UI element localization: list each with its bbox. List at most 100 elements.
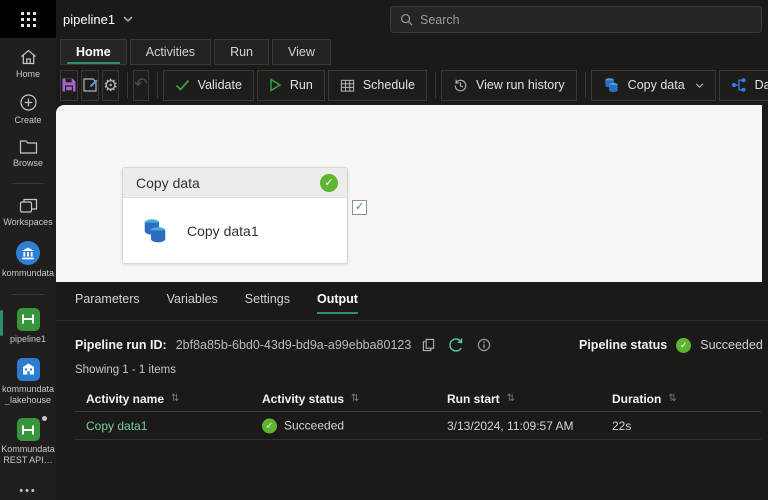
output-panel: Parameters Variables Settings Output Pip…: [56, 283, 768, 500]
activity-status-value: Succeeded: [284, 418, 345, 433]
chevron-down-icon: [695, 82, 703, 88]
tab-run[interactable]: Run: [214, 39, 269, 65]
schedule-label: Schedule: [362, 78, 415, 92]
sidebar-item-workspaces[interactable]: Workspaces: [0, 197, 56, 228]
left-nav-sidebar: Home Create Browse Workspaces kommundata…: [0, 38, 56, 500]
pipeline-icon: [16, 307, 40, 331]
folder-icon: [19, 139, 37, 154]
global-search: [390, 6, 762, 33]
sidebar-item-pipeline1[interactable]: pipeline1: [0, 307, 56, 345]
undo-icon: ↶: [134, 76, 148, 93]
pipeline-canvas[interactable]: Copy data ✓ Copy data1 ✓: [56, 105, 762, 282]
column-header-activity-status[interactable]: Activity status ⇅: [262, 392, 359, 406]
activity-name-link[interactable]: Copy data1: [86, 419, 147, 433]
copy-icon: [423, 338, 435, 352]
toolbar-divider: [584, 72, 586, 98]
refresh-icon: [449, 338, 463, 352]
activity-card-body: Copy data1: [123, 198, 347, 263]
sidebar-item-label: kommundata_lakehouse: [1, 383, 55, 405]
tab-settings[interactable]: Settings: [245, 292, 290, 314]
app-window: pipeline1 Home Activities Run View: [0, 0, 768, 500]
settings-button[interactable]: ⚙: [102, 69, 120, 101]
panel-divider: [56, 320, 768, 321]
sidebar-more-button[interactable]: •••: [19, 485, 37, 497]
plus-circle-icon: [19, 94, 37, 111]
tab-activities[interactable]: Activities: [129, 39, 212, 65]
tab-view[interactable]: View: [272, 39, 331, 65]
validate-check-icon: [175, 79, 189, 91]
pipeline-status-group: Pipeline status ✓ Succeeded: [579, 334, 763, 356]
success-check-icon: ✓: [262, 418, 277, 433]
sidebar-item-browse[interactable]: Browse: [0, 139, 56, 169]
dataflow-button[interactable]: Dataflow: [718, 69, 768, 101]
table-row[interactable]: Copy data1 ✓ Succeeded 3/13/2024, 11:09:…: [75, 412, 761, 440]
search-icon: [400, 13, 413, 26]
tab-parameters[interactable]: Parameters: [75, 292, 140, 314]
gear-icon: ⚙: [103, 75, 119, 95]
column-header-duration[interactable]: Duration ⇅: [612, 392, 677, 406]
panel-tab-bar: Parameters Variables Settings Output: [75, 292, 358, 314]
column-header-activity-name[interactable]: Activity name ⇅: [86, 392, 179, 406]
unsaved-dot-indicator: [42, 416, 47, 422]
dataflow-label: Dataflow: [754, 78, 768, 92]
save-button[interactable]: [60, 69, 78, 101]
sidebar-item-create[interactable]: Create: [0, 93, 56, 126]
sidebar-item-label: pipeline1: [9, 333, 47, 344]
save-icon: [62, 78, 76, 92]
toolbar-divider: [156, 72, 158, 98]
copy-data-button[interactable]: Copy data: [590, 69, 716, 101]
sort-icon[interactable]: ⇅: [507, 393, 515, 404]
sort-icon[interactable]: ⇅: [171, 393, 179, 404]
activity-success-badge: ✓: [320, 173, 338, 192]
top-bar: pipeline1: [0, 0, 768, 38]
home-toolbar: ⚙ ↶ Validate Run Schedule View run histo…: [0, 66, 768, 104]
tab-home[interactable]: Home: [60, 39, 127, 65]
save-as-button[interactable]: [81, 69, 99, 101]
waffle-icon: [20, 11, 36, 27]
copy-data-activity-icon: [144, 219, 166, 243]
run-id-label: Pipeline run ID:: [75, 338, 167, 352]
view-run-history-button[interactable]: View run history: [440, 69, 577, 101]
info-icon: [478, 338, 491, 352]
column-header-run-start[interactable]: Run start ⇅: [447, 392, 515, 406]
tab-output[interactable]: Output: [316, 292, 358, 314]
activity-card-header: Copy data ✓: [123, 168, 347, 198]
copy-run-id-button[interactable]: [420, 338, 437, 352]
schedule-button[interactable]: Schedule: [327, 69, 427, 101]
workspace-avatar-icon: [16, 241, 40, 266]
copy-data-label: Copy data: [627, 78, 685, 92]
dataflow-icon: [731, 78, 746, 92]
home-icon: [20, 49, 36, 65]
validate-button[interactable]: Validate: [162, 69, 254, 101]
sidebar-item-kommundata-rest-api[interactable]: Kommundata REST API…: [0, 416, 56, 466]
view-run-history-label: View run history: [475, 78, 565, 92]
activity-runs-table: Activity name ⇅ Activity status ⇅ Run st…: [75, 386, 761, 440]
sidebar-item-kommundata-lakehouse[interactable]: kommundata_lakehouse: [0, 357, 56, 406]
search-input[interactable]: [420, 12, 752, 27]
tab-variables[interactable]: Variables: [167, 292, 218, 314]
sidebar-item-label: Kommundata REST API…: [1, 444, 55, 466]
copy-data-activity-card[interactable]: Copy data ✓ Copy data1: [122, 167, 348, 264]
sidebar-item-kommundata-workspace[interactable]: kommundata: [0, 241, 56, 279]
refresh-button[interactable]: [446, 337, 466, 353]
sidebar-item-label: Home: [15, 69, 40, 79]
sidebar-divider: [12, 183, 44, 185]
items-count-text: Showing 1 - 1 items: [75, 364, 176, 376]
activity-name: Copy data1: [187, 222, 259, 239]
lakehouse-icon: [16, 357, 40, 381]
ribbon-tab-bar: Home Activities Run View: [60, 39, 331, 66]
app-launcher-button[interactable]: [0, 0, 56, 38]
copy-data-icon: [604, 78, 618, 93]
run-button[interactable]: Run: [256, 69, 325, 101]
pipeline-status-label: Pipeline status: [579, 338, 668, 352]
sort-icon[interactable]: ⇅: [668, 393, 676, 404]
sidebar-item-label: Browse: [12, 157, 43, 168]
sort-icon[interactable]: ⇅: [351, 393, 359, 404]
info-button[interactable]: [475, 338, 493, 352]
sidebar-item-label: Create: [14, 114, 42, 125]
activity-output-port[interactable]: ✓: [352, 200, 367, 215]
undo-button[interactable]: ↶: [133, 69, 149, 101]
run-id-value: 2bf8a85b-6bd0-43d9-bd9a-a99ebba80123: [175, 338, 412, 352]
sidebar-item-home[interactable]: Home: [0, 48, 56, 80]
pipeline-title-menu[interactable]: pipeline1: [63, 0, 133, 38]
